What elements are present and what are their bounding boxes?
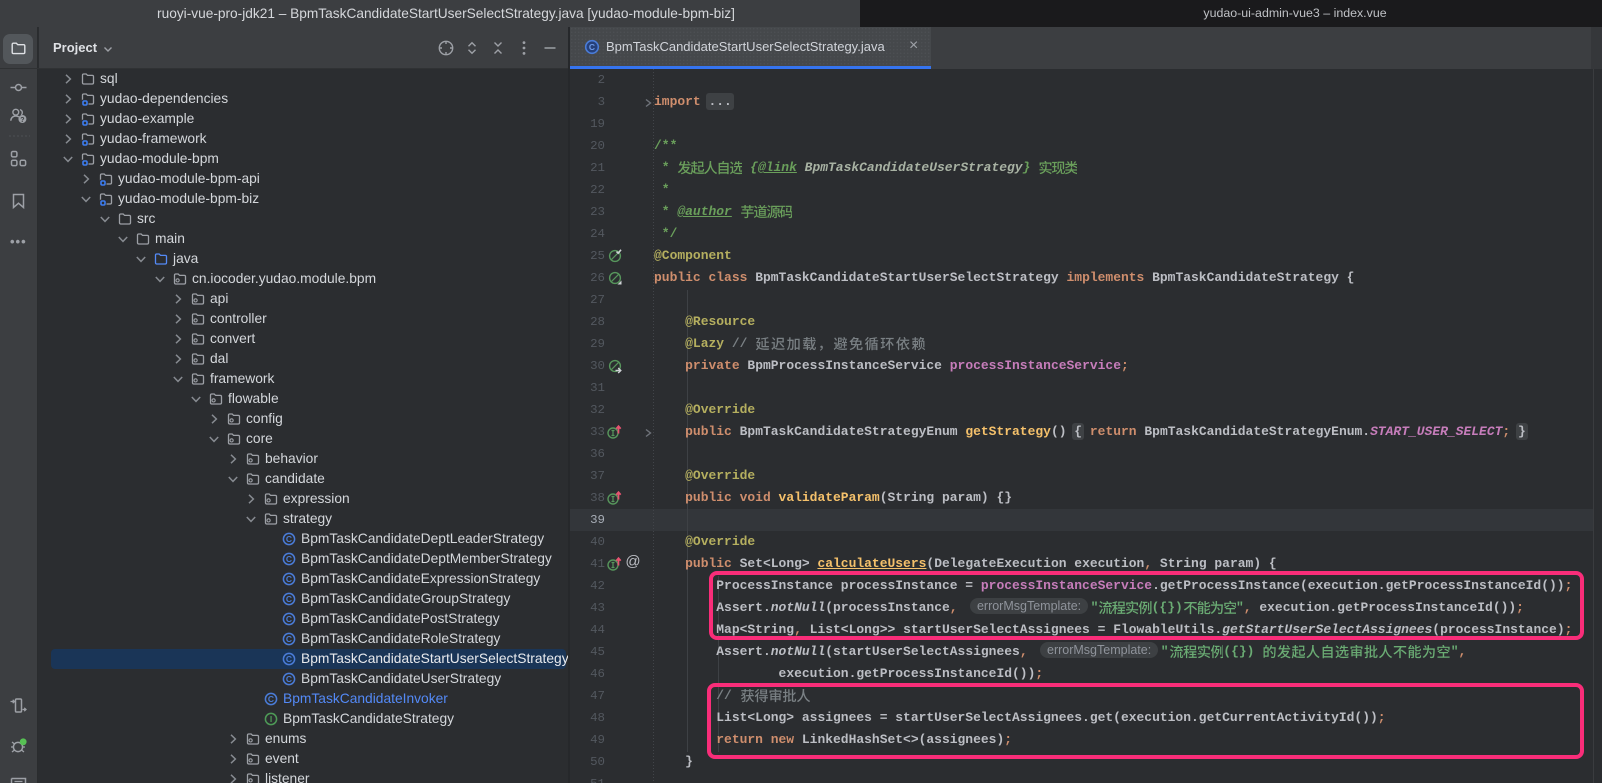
svg-text:C: C [286,614,292,624]
svg-text:C: C [286,534,292,544]
svg-text:C: C [286,594,292,604]
svg-text:C: C [286,634,292,644]
svg-text:C: C [286,654,292,664]
svg-text:C: C [589,42,595,52]
svg-text:I: I [270,714,272,724]
svg-text:C: C [286,674,292,684]
svg-text:C: C [286,574,292,584]
svg-text:C: C [268,694,274,704]
svg-text:C: C [286,554,292,564]
